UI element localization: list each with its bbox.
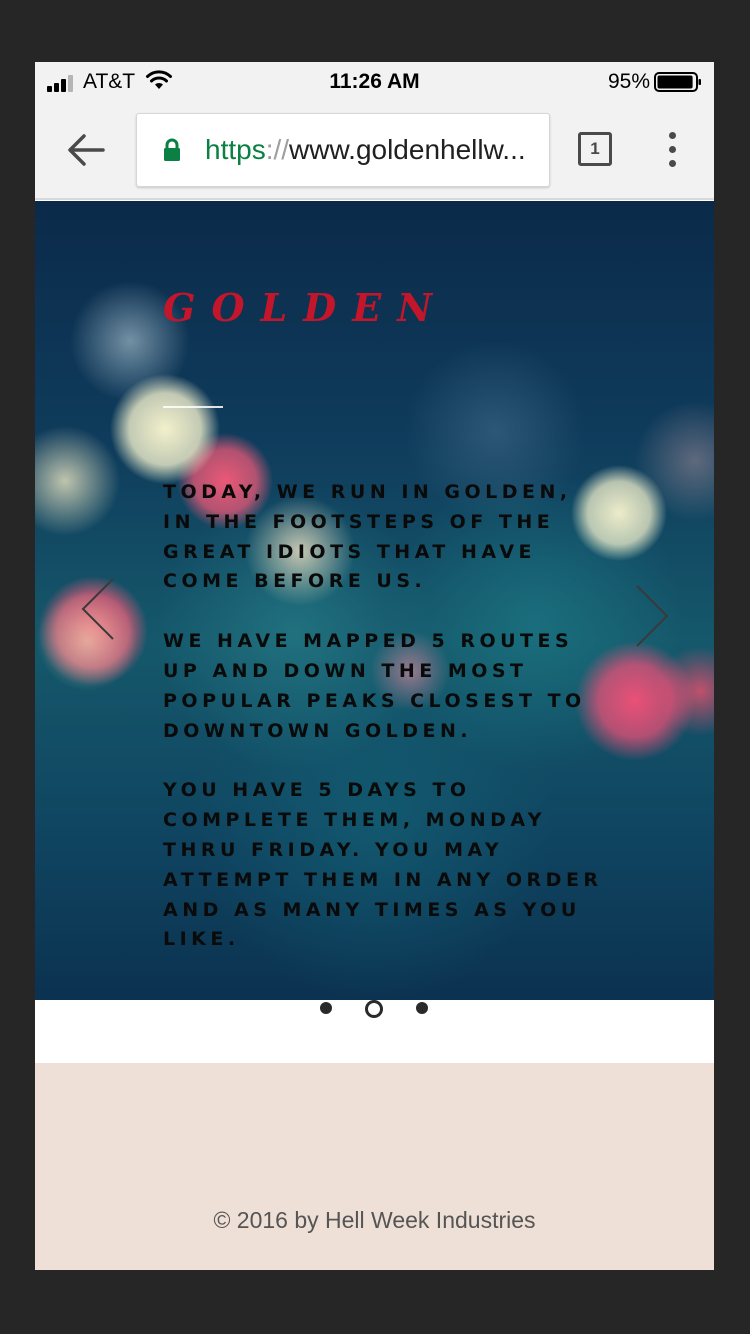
chevron-left-icon[interactable] [79,576,119,642]
chevron-right-icon[interactable] [633,583,673,649]
pagination-dot[interactable] [416,1002,428,1014]
menu-dot [669,146,676,153]
status-bar: AT&T 11:26 AM 95% [35,62,714,102]
hero-paragraph-2: WE HAVE MAPPED 5 ROUTES UP AND DOWN THE … [163,630,586,742]
lock-icon [164,138,180,161]
menu-dot [669,132,676,139]
url-scheme: https [205,134,266,165]
browser-toolbar: https://www.goldenhellw... 1 [35,102,714,200]
back-arrow-icon[interactable] [65,130,107,170]
hero-paragraph-3: YOU HAVE 5 DAYS TO COMPLETE THEM, MONDAY… [163,779,603,951]
battery-icon [654,72,701,92]
pagination-dot[interactable] [365,1000,383,1018]
pagination-dot[interactable] [320,1002,332,1014]
more-vert-icon[interactable] [663,132,683,168]
hero-slide: GOLDEN TODAY, WE RUN IN GOLDEN, IN THE F… [35,201,714,1000]
battery-percent: 95% [607,70,650,93]
phone-screen: AT&T 11:26 AM 95% https://www.goldenhell… [35,62,714,1270]
footer: © 2016 by Hell Week Industries [35,1063,714,1270]
hero-paragraph-1: TODAY, WE RUN IN GOLDEN, IN THE FOOTSTEP… [163,481,572,593]
url-text[interactable]: https://www.goldenhellw... [205,134,545,166]
address-bar[interactable]: https://www.goldenhellw... [136,113,550,187]
menu-dot [669,160,676,167]
url-host: www.goldenhellw... [289,134,526,165]
hero-text: TODAY, WE RUN IN GOLDEN, IN THE FOOTSTEP… [163,478,603,955]
title-divider [163,406,223,408]
tab-switcher-button[interactable]: 1 [578,132,612,166]
copyright-text: © 2016 by Hell Week Industries [213,1207,536,1233]
slider-pagination [35,1000,714,1062]
url-separator: :// [265,134,290,165]
site-title: GOLDEN [163,285,448,330]
